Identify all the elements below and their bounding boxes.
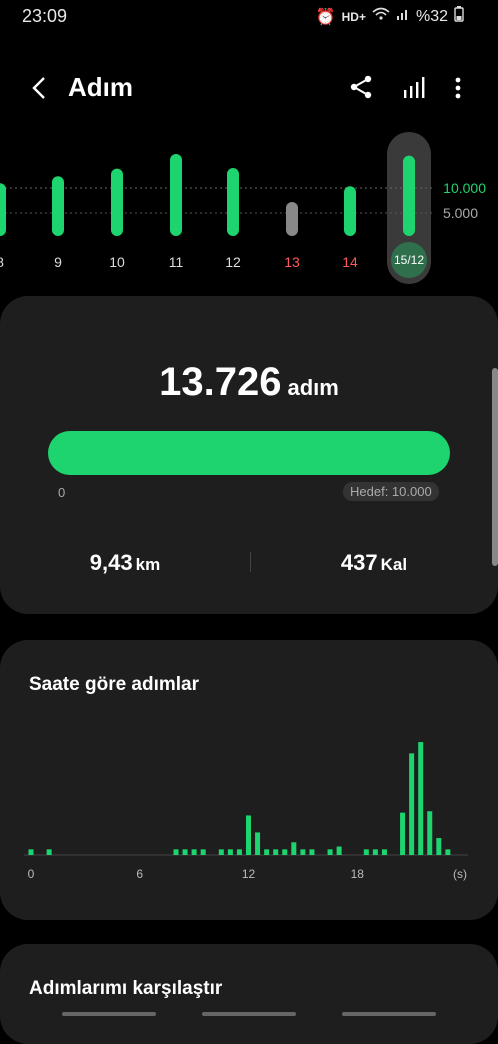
nav-bar-handle bbox=[62, 1012, 156, 1016]
x-tick-label: 12 bbox=[242, 867, 256, 881]
chevron-left-icon bbox=[32, 77, 45, 99]
x-tick-label: 6 bbox=[136, 867, 143, 881]
status-time: 23:09 bbox=[22, 6, 68, 26]
share-icon bbox=[350, 75, 372, 99]
wifi-icon bbox=[372, 7, 390, 26]
ref-line-label-low: 5.000 bbox=[442, 205, 478, 221]
hour-bar bbox=[218, 849, 224, 855]
distance-value: 9,43 bbox=[89, 550, 133, 575]
ref-line-label-high: 10.000 bbox=[443, 180, 486, 196]
day-label[interactable]: 10 bbox=[109, 254, 125, 270]
back-button[interactable] bbox=[26, 74, 54, 102]
hour-bar bbox=[255, 832, 261, 855]
day-label[interactable]: 9 bbox=[54, 254, 62, 270]
steps-unit: adım bbox=[287, 375, 339, 400]
nav-bar-handle bbox=[342, 1012, 436, 1016]
day-bar[interactable] bbox=[52, 176, 64, 236]
goal-progress-bar bbox=[48, 431, 450, 475]
hourly-steps-chart: 0 6 12 18 (s) bbox=[24, 742, 468, 881]
hour-bar bbox=[282, 849, 288, 855]
day-bar[interactable] bbox=[227, 168, 239, 236]
nav-bar-handle bbox=[202, 1012, 296, 1016]
goal-label: Hedef: 10.000 bbox=[343, 482, 439, 501]
hour-bar bbox=[327, 849, 333, 855]
selected-day-label[interactable]: 15/12 bbox=[391, 242, 427, 278]
distance-unit: km bbox=[135, 555, 161, 574]
status-indicators: ⏰ HD+ %32 bbox=[316, 6, 464, 27]
hour-bar bbox=[381, 849, 387, 855]
hour-bar bbox=[400, 812, 406, 855]
calories-value: 437 bbox=[340, 550, 378, 575]
hour-bar bbox=[436, 838, 442, 855]
hour-bar bbox=[300, 849, 306, 855]
day-label[interactable]: 14 bbox=[342, 254, 358, 270]
hour-bar bbox=[173, 849, 179, 855]
share-button[interactable] bbox=[348, 74, 374, 100]
trends-button[interactable] bbox=[402, 74, 428, 100]
hour-bar bbox=[246, 815, 251, 855]
steps-count: 13.726 adım bbox=[0, 360, 498, 405]
more-options-button[interactable] bbox=[448, 74, 468, 102]
calories-unit: Kal bbox=[380, 555, 408, 574]
hour-bar bbox=[227, 849, 233, 855]
page-title: Adım bbox=[68, 72, 133, 102]
hour-bar bbox=[200, 849, 206, 855]
signal-icon bbox=[396, 7, 410, 26]
hour-bar bbox=[264, 849, 270, 855]
day-bar[interactable] bbox=[111, 168, 123, 236]
day-bar[interactable] bbox=[170, 154, 182, 236]
hourly-title: Saate göre adımlar bbox=[29, 674, 200, 695]
day-label[interactable]: 13 bbox=[284, 254, 300, 270]
alarm-icon: ⏰ bbox=[315, 8, 336, 26]
hour-bar bbox=[191, 849, 197, 855]
x-tick-label: 0 bbox=[28, 867, 35, 881]
hour-bar bbox=[409, 753, 415, 855]
hour-bar bbox=[291, 842, 297, 855]
day-bar[interactable] bbox=[0, 183, 6, 236]
network-type: HD+ bbox=[341, 9, 366, 24]
x-tick-label: (s) bbox=[453, 867, 467, 881]
day-label[interactable]: 11 bbox=[169, 254, 184, 270]
day-bar[interactable] bbox=[286, 202, 298, 236]
hour-bar bbox=[363, 849, 369, 855]
steps-value: 13.726 bbox=[159, 360, 282, 404]
calories-stat: 437 Kal bbox=[250, 550, 498, 576]
battery-level: %32 bbox=[415, 7, 448, 25]
more-vertical-icon bbox=[455, 77, 461, 99]
scrollbar[interactable] bbox=[492, 368, 498, 566]
distance-stat: 9,43 km bbox=[0, 550, 250, 576]
hour-bar bbox=[427, 811, 433, 855]
day-bar[interactable] bbox=[344, 186, 356, 236]
hour-bar bbox=[182, 849, 188, 855]
hour-bar bbox=[273, 849, 279, 855]
hour-bar bbox=[372, 849, 378, 855]
hour-bar bbox=[309, 849, 315, 855]
compare-title: Adımlarımı karşılaştır bbox=[29, 978, 223, 999]
battery-icon bbox=[454, 6, 464, 27]
progress-start-label: 0 bbox=[58, 485, 66, 500]
day-label[interactable]: 12 bbox=[225, 254, 241, 270]
hour-bar bbox=[336, 846, 342, 855]
x-tick-label: 18 bbox=[351, 867, 365, 881]
hour-bar bbox=[445, 849, 451, 855]
day-label[interactable]: 8 bbox=[0, 254, 4, 270]
hour-bar bbox=[236, 849, 242, 855]
hour-bar bbox=[46, 849, 52, 855]
hour-bar bbox=[418, 742, 424, 855]
day-bar[interactable] bbox=[403, 155, 415, 236]
bar-chart-icon bbox=[404, 77, 425, 98]
hour-bar bbox=[28, 849, 34, 855]
